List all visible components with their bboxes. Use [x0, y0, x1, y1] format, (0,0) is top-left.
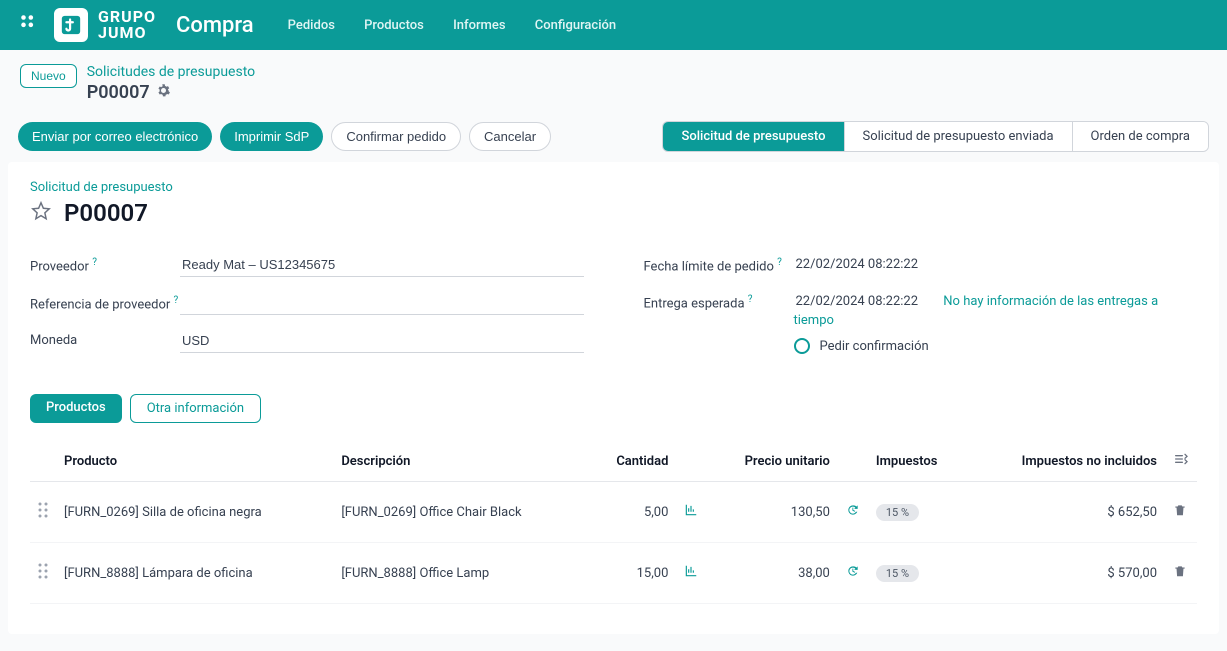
expected-label: Entrega esperada: [644, 296, 745, 311]
confirm-button[interactable]: Confirmar pedido: [331, 122, 461, 151]
vendor-ref-label: Referencia de proveedor: [30, 297, 170, 312]
actions-row: Enviar por correo electrónico Imprimir S…: [0, 111, 1227, 152]
table-row[interactable]: [FURN_8888] Lámpara de oficina[FURN_8888…: [30, 543, 1197, 604]
cell-tax[interactable]: 15 %: [868, 543, 969, 604]
cell-unit-price[interactable]: 130,50: [706, 482, 837, 543]
print-button[interactable]: Imprimir SdP: [220, 122, 323, 151]
cancel-button[interactable]: Cancelar: [469, 122, 551, 151]
vendor-ref-input[interactable]: [180, 291, 584, 315]
cell-description[interactable]: [FURN_8888] Office Lamp: [333, 543, 588, 604]
drag-handle-icon[interactable]: [30, 482, 56, 543]
tab-other-info[interactable]: Otra información: [130, 394, 261, 423]
th-product: Producto: [56, 441, 333, 482]
help-icon[interactable]: ?: [92, 257, 97, 268]
ask-confirm-label: Pedir confirmación: [820, 339, 929, 354]
drag-handle-icon[interactable]: [30, 543, 56, 604]
forecast-icon[interactable]: [684, 567, 698, 582]
delete-row-icon[interactable]: [1173, 506, 1187, 521]
expected-value[interactable]: 22/02/2024 08:22:22: [794, 290, 921, 313]
cell-qty[interactable]: 15,00: [588, 543, 676, 604]
th-description: Descripción: [333, 441, 588, 482]
breadcrumb-header: Nuevo Solicitudes de presupuesto P00007: [0, 50, 1227, 111]
stage-rfq-sent[interactable]: Solicitud de presupuesto enviada: [845, 122, 1073, 151]
main-menu: Pedidos Productos Informes Configuración: [288, 18, 642, 33]
form-subtitle: Solicitud de presupuesto: [30, 180, 1197, 195]
menu-pedidos[interactable]: Pedidos: [288, 18, 335, 33]
status-bar: Solicitud de presupuesto Solicitud de pr…: [662, 121, 1209, 152]
breadcrumb-parent[interactable]: Solicitudes de presupuesto: [87, 64, 255, 80]
ask-confirm-radio[interactable]: [794, 338, 810, 354]
currency-input[interactable]: [180, 329, 584, 353]
cell-subtotal: $ 570,00: [968, 543, 1165, 604]
help-icon[interactable]: ?: [748, 294, 753, 305]
history-icon[interactable]: [846, 506, 860, 521]
vendor-input[interactable]: [180, 253, 584, 277]
help-icon[interactable]: ?: [174, 295, 179, 306]
logo[interactable]: GRUPO JUMO: [54, 8, 156, 42]
new-button[interactable]: Nuevo: [20, 64, 77, 88]
cell-tax[interactable]: 15 %: [868, 482, 969, 543]
logo-icon: [54, 8, 88, 42]
favorite-star-icon[interactable]: [30, 200, 52, 226]
action-buttons: Enviar por correo electrónico Imprimir S…: [18, 122, 551, 151]
gear-icon[interactable]: [156, 82, 171, 103]
send-email-button[interactable]: Enviar por correo electrónico: [18, 122, 212, 151]
logo-text: GRUPO JUMO: [98, 9, 156, 41]
module-name[interactable]: Compra: [176, 13, 254, 38]
table-row[interactable]: [FURN_0269] Silla de oficina negra[FURN_…: [30, 482, 1197, 543]
tabs: Productos Otra información: [30, 394, 1197, 423]
stage-po[interactable]: Orden de compra: [1073, 122, 1208, 151]
history-icon[interactable]: [846, 567, 860, 582]
apps-icon[interactable]: [18, 12, 40, 38]
deadline-label: Fecha límite de pedido: [644, 259, 774, 274]
th-subtotal: Impuestos no incluidos: [968, 441, 1165, 482]
cell-product[interactable]: [FURN_0269] Silla de oficina negra: [56, 482, 333, 543]
deadline-value[interactable]: 22/02/2024 08:22:22: [794, 253, 921, 276]
forecast-icon[interactable]: [684, 506, 698, 521]
currency-label: Moneda: [30, 333, 77, 348]
topbar: GRUPO JUMO Compra Pedidos Productos Info…: [0, 0, 1227, 50]
cell-description[interactable]: [FURN_0269] Office Chair Black: [333, 482, 588, 543]
breadcrumb-current: P00007: [87, 82, 150, 103]
help-icon[interactable]: ?: [777, 257, 782, 268]
th-taxes: Impuestos: [868, 441, 969, 482]
cell-unit-price[interactable]: 38,00: [706, 543, 837, 604]
th-qty: Cantidad: [588, 441, 676, 482]
menu-configuracion[interactable]: Configuración: [535, 18, 616, 33]
vendor-label: Proveedor: [30, 259, 89, 274]
menu-informes[interactable]: Informes: [453, 18, 505, 33]
th-unit-price: Precio unitario: [706, 441, 837, 482]
form-sheet: Solicitud de presupuesto P00007 Proveedo…: [8, 162, 1219, 634]
products-table: Producto Descripción Cantidad Precio uni…: [30, 441, 1197, 604]
cell-qty[interactable]: 5,00: [588, 482, 676, 543]
menu-productos[interactable]: Productos: [364, 18, 424, 33]
breadcrumb: Solicitudes de presupuesto P00007: [87, 64, 255, 103]
stage-rfq[interactable]: Solicitud de presupuesto: [663, 122, 844, 151]
columns-settings-icon[interactable]: [1173, 456, 1189, 471]
cell-product[interactable]: [FURN_8888] Lámpara de oficina: [56, 543, 333, 604]
form-title: P00007: [64, 199, 148, 227]
tab-products[interactable]: Productos: [30, 394, 122, 423]
cell-subtotal: $ 652,50: [968, 482, 1165, 543]
delete-row-icon[interactable]: [1173, 567, 1187, 582]
